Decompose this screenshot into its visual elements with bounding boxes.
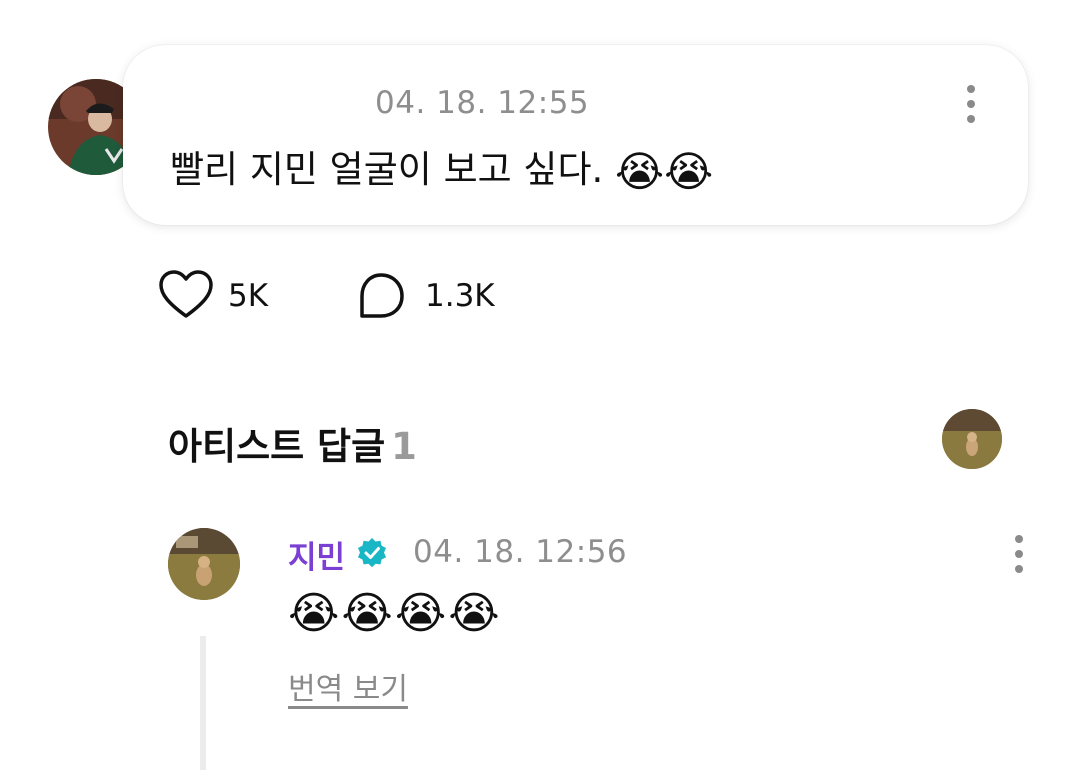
comment-count: 1.3K — [425, 278, 495, 314]
artist-profile-avatar[interactable] — [942, 409, 1002, 469]
verified-badge-icon — [358, 538, 386, 568]
artist-avatar-photo — [942, 409, 1002, 469]
post-card: 04. 18. 12:55 빨리 지민 얼굴이 보고 싶다. 😭😭 — [123, 45, 1028, 225]
post-emoji: 😭😭 — [615, 147, 714, 196]
post-timestamp: 04. 18. 12:55 — [375, 85, 590, 121]
post-more-icon[interactable] — [963, 85, 979, 130]
like-button[interactable]: 5K — [158, 270, 278, 322]
like-count: 5K — [228, 278, 269, 314]
comment-button[interactable]: 1.3K — [355, 270, 505, 322]
thread-line — [200, 636, 206, 770]
reply-author-name[interactable]: 지민 — [288, 532, 345, 577]
artist-replies-count: 1 — [391, 425, 417, 468]
speech-bubble-icon — [360, 273, 404, 318]
artist-replies-heading: 아티스트 답글 1 — [168, 416, 417, 470]
reply-more-icon[interactable] — [1011, 535, 1027, 580]
heart-outline-icon — [159, 270, 213, 318]
reply-text: 😭😭😭😭 — [288, 588, 502, 639]
translate-link[interactable]: 번역 보기 — [288, 664, 408, 708]
artist-replies-title: 아티스트 답글 — [168, 425, 386, 468]
post-text-row: 빨리 지민 얼굴이 보고 싶다. 😭😭 — [170, 139, 713, 196]
reply-avatar-photo — [168, 528, 240, 600]
reply-author-avatar[interactable] — [168, 528, 240, 600]
reply-timestamp: 04. 18. 12:56 — [413, 534, 628, 570]
post-text: 빨리 지민 얼굴이 보고 싶다. — [170, 148, 604, 191]
